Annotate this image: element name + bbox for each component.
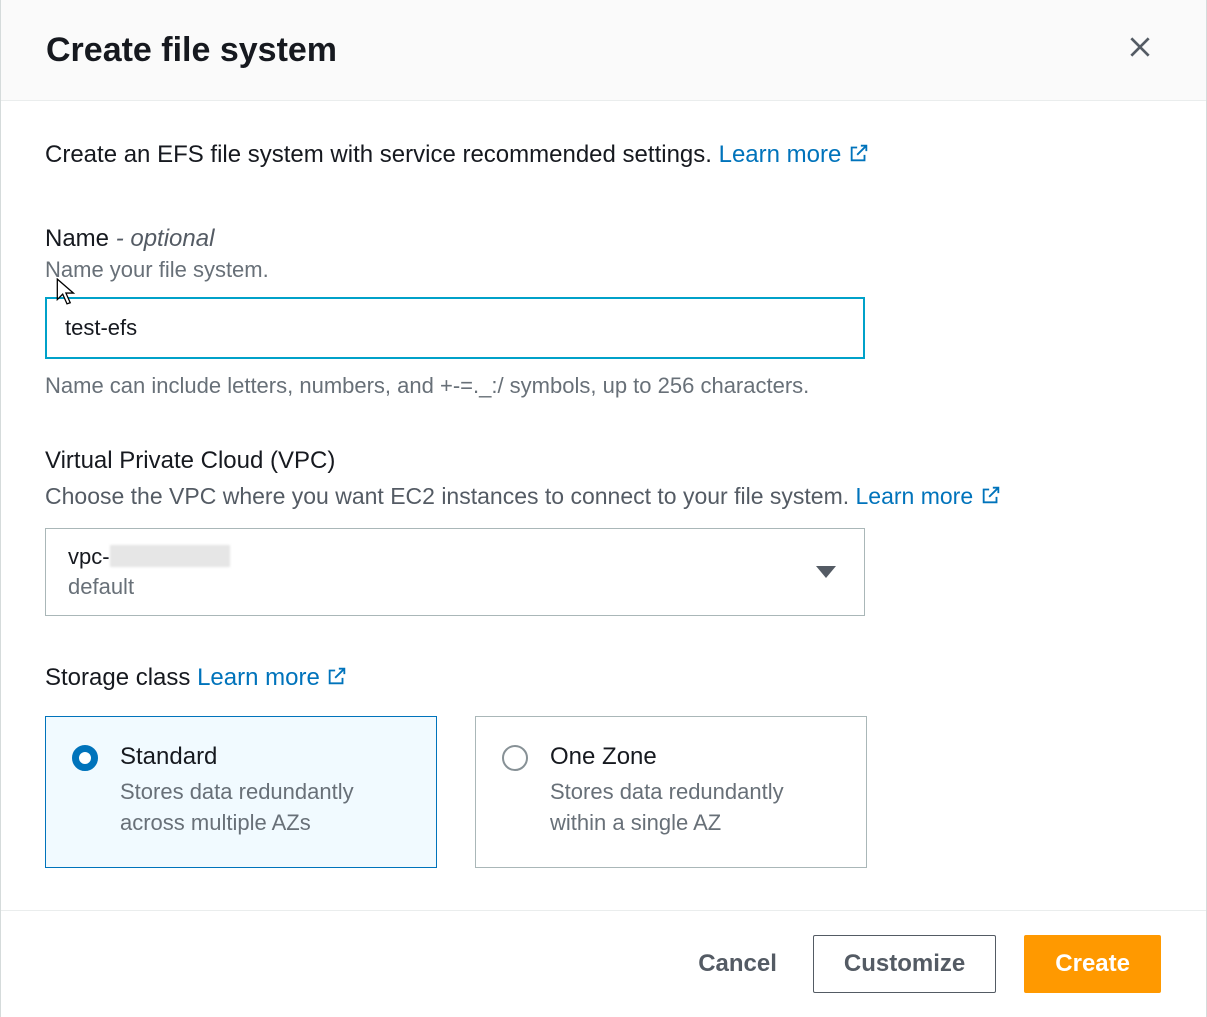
intro-learn-more-label: Learn more — [719, 141, 842, 168]
external-link-icon — [848, 142, 870, 171]
name-optional-suffix: - optional — [109, 225, 214, 252]
customize-button[interactable]: Customize — [813, 935, 996, 993]
tile-text: Standard Stores data redundantly across … — [120, 743, 412, 839]
tile-text: One Zone Stores data redundantly within … — [550, 743, 842, 839]
intro-text-line: Create an EFS file system with service r… — [45, 141, 1162, 171]
radio-icon — [502, 745, 528, 771]
modal-footer: Cancel Customize Create — [1, 910, 1206, 1017]
name-input[interactable] — [45, 297, 865, 359]
close-icon — [1127, 34, 1153, 60]
chevron-down-icon — [816, 566, 836, 578]
storage-class-tiles: Standard Stores data redundantly across … — [45, 716, 1162, 868]
create-file-system-modal: Create file system Create an EFS file sy… — [0, 0, 1207, 1017]
vpc-learn-more-label: Learn more — [856, 483, 974, 509]
vpc-select[interactable]: vpc- default — [45, 528, 865, 616]
name-constraint: Name can include letters, numbers, and +… — [45, 373, 1162, 399]
cancel-button[interactable]: Cancel — [690, 940, 785, 988]
vpc-sublabel-text: Choose the VPC where you want EC2 instan… — [45, 483, 856, 509]
storage-class-label: Storage class Learn more — [45, 664, 1162, 694]
vpc-selected-name: default — [68, 574, 230, 600]
storage-tile-onezone[interactable]: One Zone Stores data redundantly within … — [475, 716, 867, 868]
vpc-section: Virtual Private Cloud (VPC) Choose the V… — [45, 447, 1162, 616]
name-section: Name - optional Name your file system. N… — [45, 225, 1162, 399]
storage-class-label-text: Storage class — [45, 664, 197, 691]
vpc-id-redacted — [110, 545, 230, 567]
vpc-id-prefix: vpc- — [68, 544, 110, 569]
modal-title: Create file system — [46, 31, 337, 70]
storage-learn-more-link[interactable]: Learn more — [197, 664, 348, 691]
modal-header: Create file system — [1, 0, 1206, 101]
close-button[interactable] — [1119, 30, 1161, 70]
external-link-icon — [980, 484, 1002, 512]
tile-desc: Stores data redundantly across multiple … — [120, 777, 412, 839]
tile-desc: Stores data redundantly within a single … — [550, 777, 842, 839]
vpc-label: Virtual Private Cloud (VPC) — [45, 447, 1162, 475]
intro-text: Create an EFS file system with service r… — [45, 141, 719, 168]
vpc-sublabel: Choose the VPC where you want EC2 instan… — [45, 483, 1162, 512]
create-button[interactable]: Create — [1024, 935, 1161, 993]
intro-learn-more-link[interactable]: Learn more — [719, 141, 870, 168]
external-link-icon — [326, 665, 348, 694]
tile-title: Standard — [120, 743, 412, 771]
name-label: Name - optional — [45, 225, 1162, 253]
tile-title: One Zone — [550, 743, 842, 771]
radio-icon — [72, 745, 98, 771]
storage-learn-more-label: Learn more — [197, 664, 320, 691]
name-sublabel: Name your file system. — [45, 257, 1162, 283]
vpc-selected-id: vpc- — [68, 544, 230, 570]
storage-tile-standard[interactable]: Standard Stores data redundantly across … — [45, 716, 437, 868]
storage-section: Storage class Learn more Standard Stores… — [45, 664, 1162, 868]
name-label-text: Name — [45, 225, 109, 252]
vpc-learn-more-link[interactable]: Learn more — [856, 483, 1002, 509]
modal-body: Create an EFS file system with service r… — [1, 101, 1206, 910]
vpc-selected-value: vpc- default — [68, 544, 230, 600]
